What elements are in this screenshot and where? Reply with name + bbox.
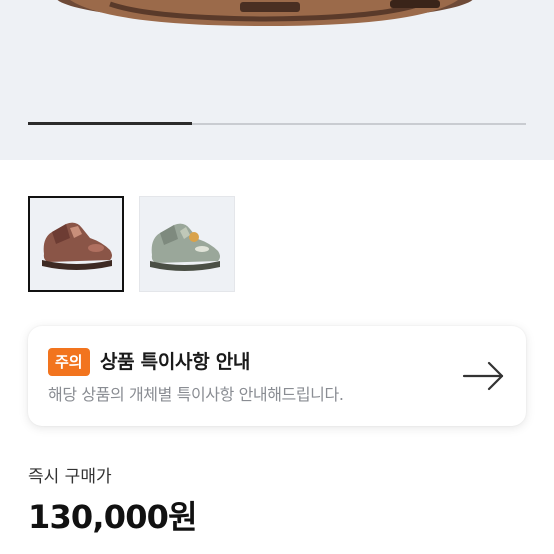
product-notice-card[interactable]: 주의 상품 특이사항 안내 해당 상품의 개체별 특이사항 안내해드립니다. <box>28 326 526 426</box>
notice-title: 상품 특이사항 안내 <box>100 351 251 373</box>
arrow-right-icon[interactable] <box>462 360 506 392</box>
thumbnail-brown-sneaker[interactable] <box>28 196 124 292</box>
warning-badge: 주의 <box>48 348 90 376</box>
price-label: 즉시 구매가 <box>28 467 112 487</box>
thumbnail-grey-sneaker[interactable] <box>139 196 235 292</box>
product-hero-image[interactable] <box>0 0 554 160</box>
sneaker-sole-image <box>57 0 473 26</box>
price-value: 130,000원 <box>28 498 198 536</box>
notice-description: 해당 상품의 개체별 특이사항 안내해드립니다. <box>48 385 344 404</box>
brown-sneaker-image <box>42 222 112 270</box>
grey-sneaker-image <box>150 223 220 271</box>
gallery-progress-fill <box>28 122 193 125</box>
gallery-progress-bar <box>28 122 526 125</box>
